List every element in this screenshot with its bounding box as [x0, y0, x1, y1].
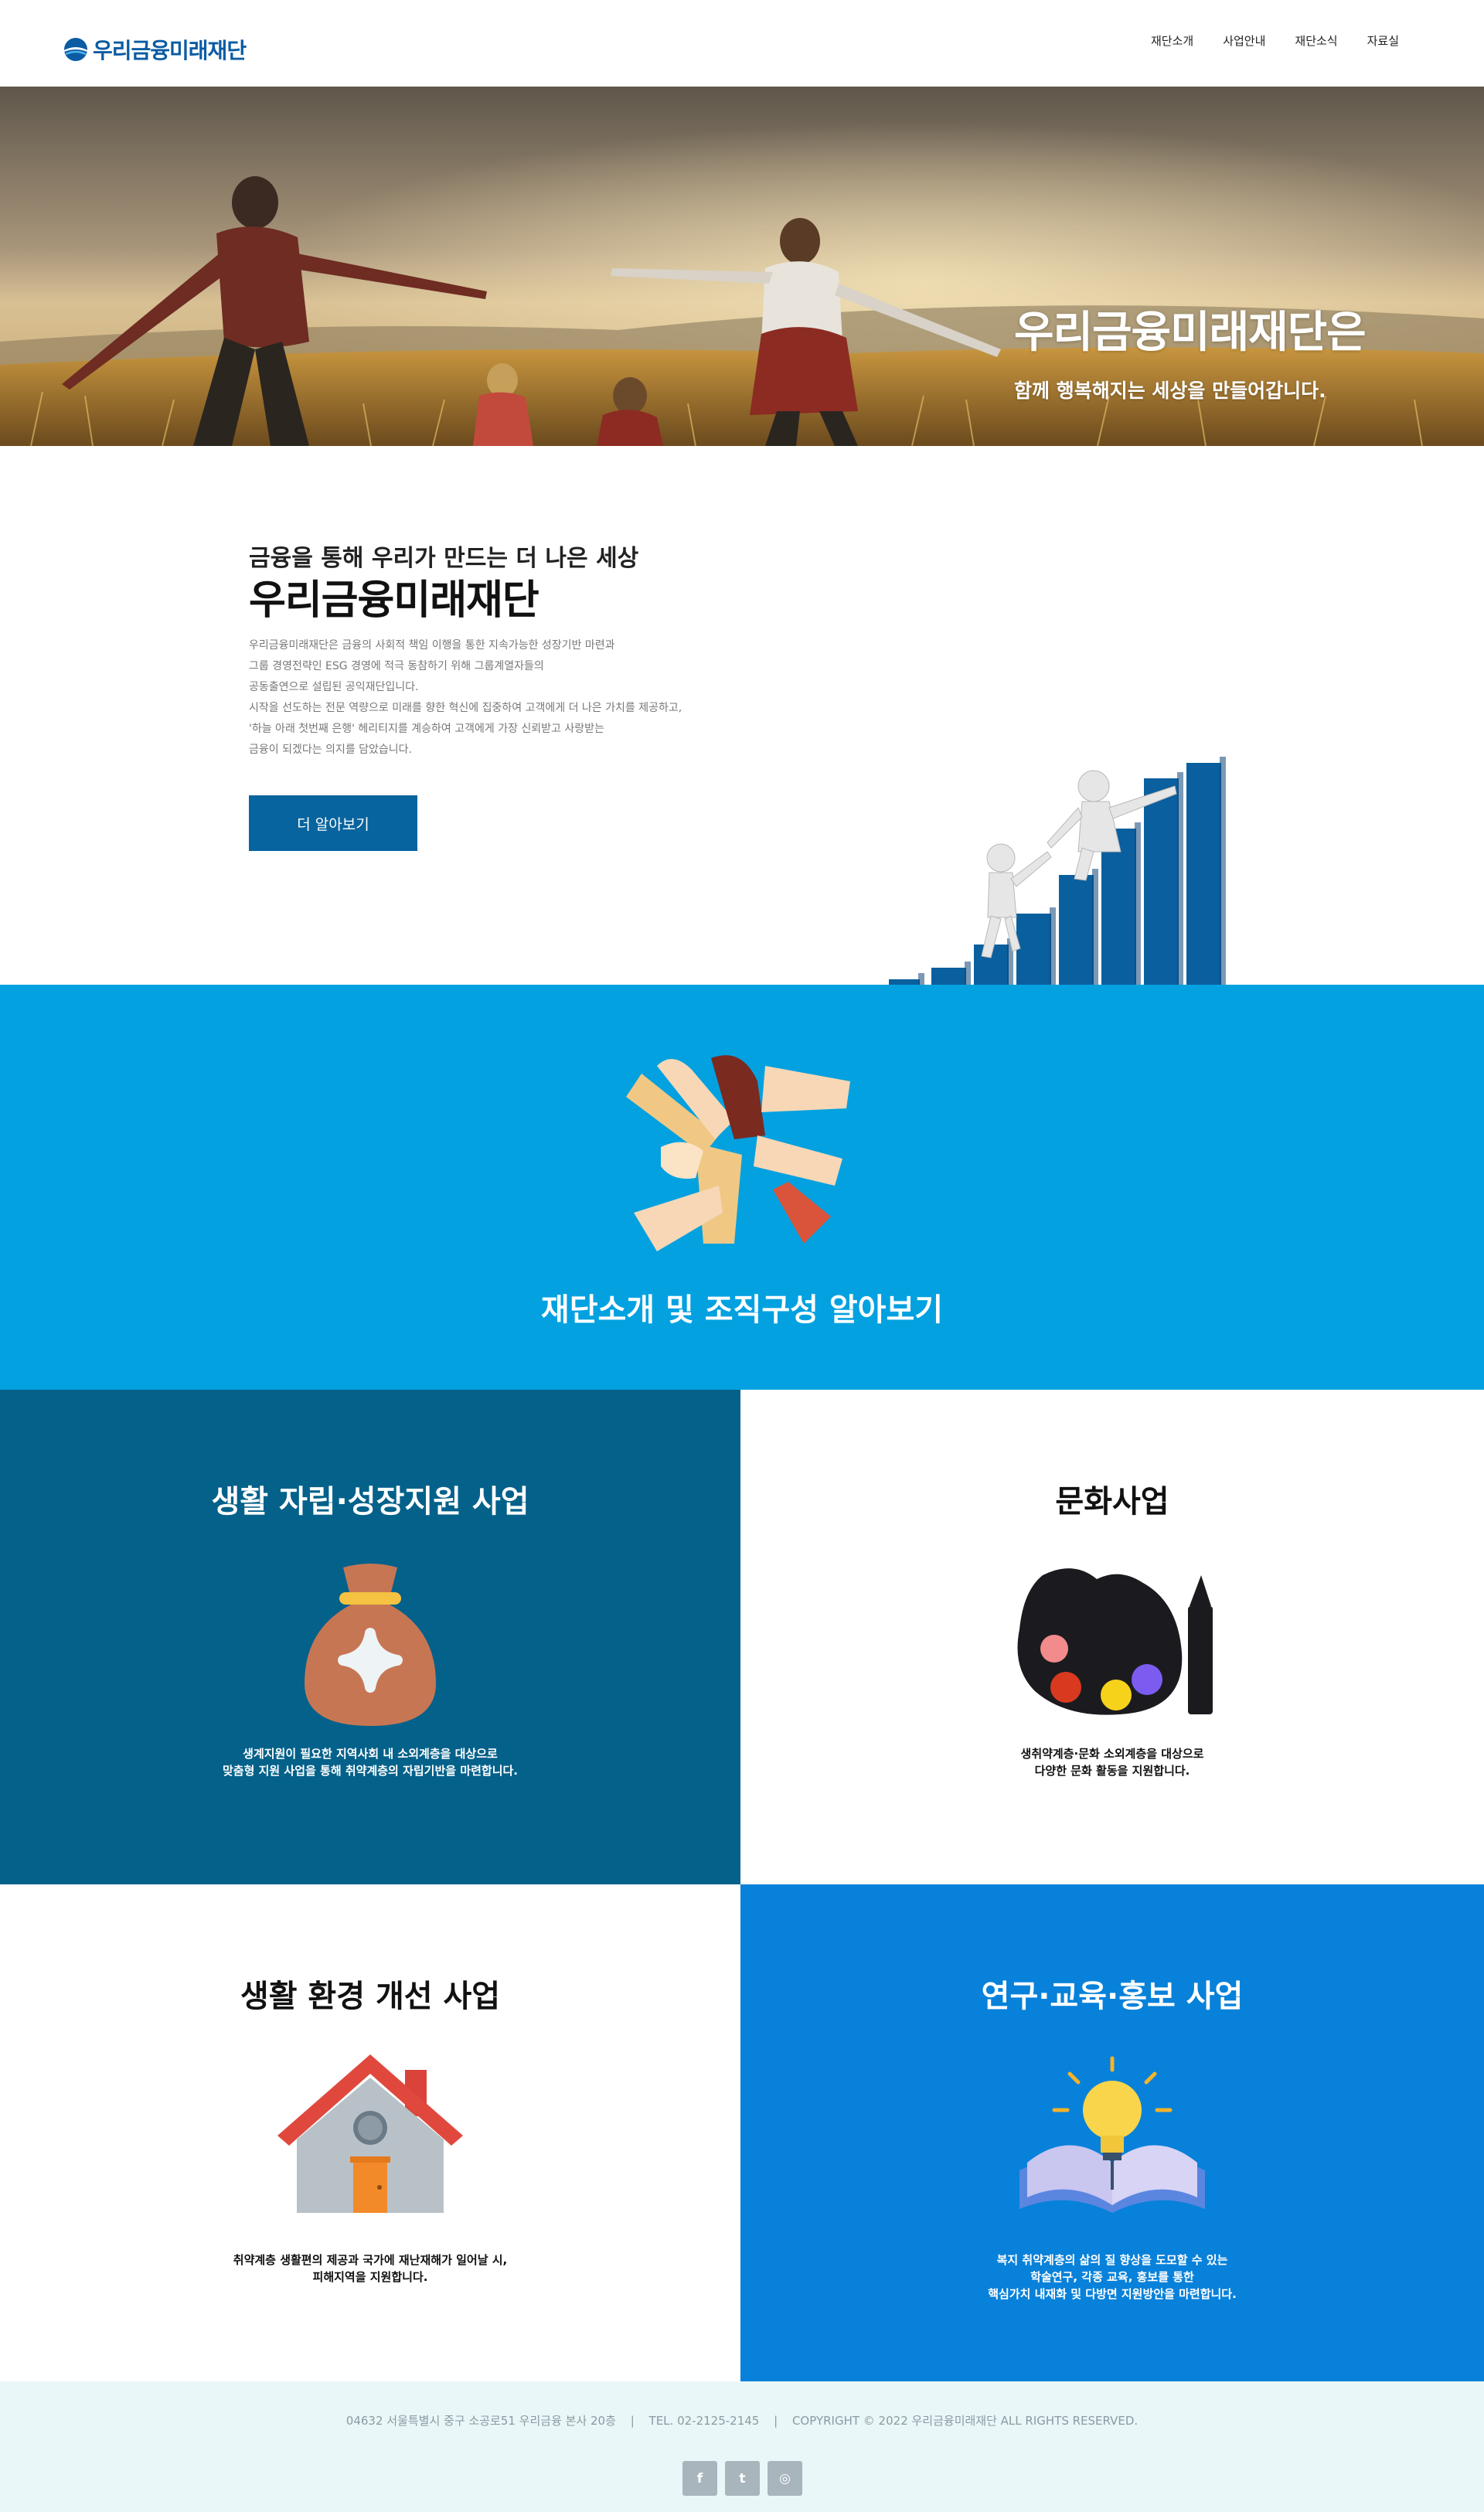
footer-copyright: COPYRIGHT © 2022 우리금융미래재단 ALL RIGHTS RES…	[791, 2414, 1139, 2428]
paint-palette-icon	[1017, 1568, 1213, 1715]
programs-grid: 생활 자립·성장지원 사업 생계지원이 필요한 지역사회 내 소외계층을 대상으…	[0, 1390, 1484, 2381]
facebook-icon[interactable]: f	[682, 2461, 717, 2496]
program-description: 생취약계층·문화 소외계층을 대상으로 다양한 문화 활동을 지원합니다.	[740, 1745, 1484, 1779]
intro-title: 재단소개 및 조직구성 알아보기	[540, 1292, 944, 1328]
program-description-line: 생계지원이 필요한 지역사회 내 소외계층을 대상으로	[243, 1747, 498, 1761]
program-description-line: 다양한 문화 활동을 지원합니다.	[1034, 1764, 1190, 1778]
about-body-line: 공동출연으로 설립된 공익재단입니다.	[249, 681, 419, 693]
program-description-line: 학술연구, 각종 교육, 홍보를 통한	[1030, 2270, 1194, 2284]
footer-info: 04632 서울특별시 중구 소공로51 우리금융 본사 20층 | TEL. …	[0, 2412, 1484, 2429]
about-body-line: '하늘 아래 첫번째 은행' 헤리티지를 계승하여 고객에게 가장 신뢰받고 사…	[249, 723, 604, 735]
joined-hands-icon	[626, 1055, 850, 1251]
program-description: 생계지원이 필요한 지역사회 내 소외계층을 대상으로 맞춤형 지원 사업을 통…	[0, 1745, 740, 1779]
main-nav: 재단소개 사업안내 재단소식 자료실	[1151, 32, 1399, 49]
hero-title: 우리금융미래재단은	[1014, 308, 1367, 358]
program-title: 연구·교육·홍보 사업	[981, 1979, 1244, 2014]
book-lightbulb-icon	[1019, 2056, 1205, 2213]
site-footer: 04632 서울특별시 중구 소공로51 우리금융 본사 20층 | TEL. …	[0, 2381, 1484, 2512]
about-body-line: 금융이 되겠다는 의지를 담았습니다.	[249, 744, 412, 756]
site-header: 우리금융미래재단 재단소개 사업안내 재단소식 자료실	[0, 0, 1484, 87]
hero-banner: 우리금융미래재단은 함께 행복해지는 세상을 만들어갑니다.	[0, 87, 1484, 446]
nav-item-about[interactable]: 재단소개	[1151, 32, 1193, 49]
program-description-line: 취약계층 생활편의 제공과 국가에 재난재해가 일어날 시,	[233, 2253, 508, 2267]
logo[interactable]: 우리금융미래재단	[63, 34, 247, 65]
program-card-housing[interactable]: 생활 환경 개선 사업 취약계층 생활편의 제공과 국가에 재난재해가 일어날 …	[0, 1884, 740, 2381]
about-title: 우리금융미래재단	[249, 577, 539, 624]
program-description-line: 핵심가치 내재화 및 다방면 지원방안을 마련합니다.	[988, 2287, 1237, 2301]
bar-chart-climbing-figures-illustration	[889, 757, 1226, 985]
nav-item-news[interactable]: 재단소식	[1295, 32, 1337, 49]
footer-tel: TEL. 02-2125-2145	[648, 2414, 760, 2428]
foundation-intro-band[interactable]: 재단소개 및 조직구성 알아보기	[0, 985, 1484, 1390]
twitter-icon[interactable]: t	[725, 2461, 760, 2496]
program-title: 문화사업	[1055, 1484, 1169, 1520]
nav-item-programs[interactable]: 사업안내	[1223, 32, 1265, 49]
footer-address: 04632 서울특별시 중구 소공로51 우리금융 본사 20층	[345, 2414, 616, 2428]
about-body-line: 우리금융미래재단은 금융의 사회적 책임 이행을 통한 지속가능한 성장기반 마…	[249, 639, 615, 652]
program-card-research[interactable]: 연구·교육·홍보 사업 복지 취약계층의 삶의 질 향상을 도모할 수 있는 학…	[740, 1884, 1484, 2381]
program-description: 복지 취약계층의 삶의 질 향상을 도모할 수 있는 학술연구, 각종 교육, …	[740, 2252, 1484, 2303]
program-card-culture[interactable]: 문화사업 생취약계층·문화 소외계층을 대상으로 다양한 문화 활동을 지원합니…	[740, 1390, 1484, 1884]
program-description-line: 맞춤형 지원 사업을 통해 취약계층의 자립기반을 마련합니다.	[222, 1764, 519, 1778]
program-description-line: 피해지역을 지원합니다.	[312, 2270, 428, 2284]
footer-separator: |	[630, 2414, 635, 2428]
footer-separator: |	[774, 2414, 778, 2428]
program-description-line: 생취약계층·문화 소외계층을 대상으로	[1020, 1747, 1204, 1761]
about-body-line: 시작을 선도하는 전문 역량으로 미래를 향한 혁신에 집중하여 고객에게 더 …	[249, 702, 682, 714]
program-description: 취약계층 생활편의 제공과 국가에 재난재해가 일어날 시, 피해지역을 지원합…	[0, 2252, 740, 2286]
about-body: 우리금융미래재단은 금융의 사회적 책임 이행을 통한 지속가능한 성장기반 마…	[249, 635, 790, 761]
logo-text: 우리금융미래재단	[93, 38, 247, 63]
nav-item-archive[interactable]: 자료실	[1367, 32, 1399, 49]
instagram-icon[interactable]: ◎	[768, 2461, 802, 2496]
program-title: 생활 자립·성장지원 사업	[211, 1484, 529, 1520]
money-bag-icon	[305, 1564, 436, 1726]
house-icon	[277, 2054, 463, 2213]
learn-more-button[interactable]: 더 알아보기	[249, 795, 417, 851]
program-title: 생활 환경 개선 사업	[240, 1979, 501, 2014]
program-card-livelihood[interactable]: 생활 자립·성장지원 사업 생계지원이 필요한 지역사회 내 소외계층을 대상으…	[0, 1390, 740, 1884]
about-section: 금융을 통해 우리가 만드는 더 나은 세상 우리금융미래재단 우리금융미래재단…	[0, 446, 1484, 985]
logo-mark-icon	[63, 37, 88, 62]
hero-subtitle: 함께 행복해지는 세상을 만들어갑니다.	[1014, 380, 1326, 402]
program-description-line: 복지 취약계층의 삶의 질 향상을 도모할 수 있는	[996, 2253, 1228, 2267]
social-links: f t ◎	[682, 2461, 802, 2496]
about-body-line: 그룹 경영전략인 ESG 경영에 적극 동참하기 위해 그룹계열자들의	[249, 660, 544, 672]
